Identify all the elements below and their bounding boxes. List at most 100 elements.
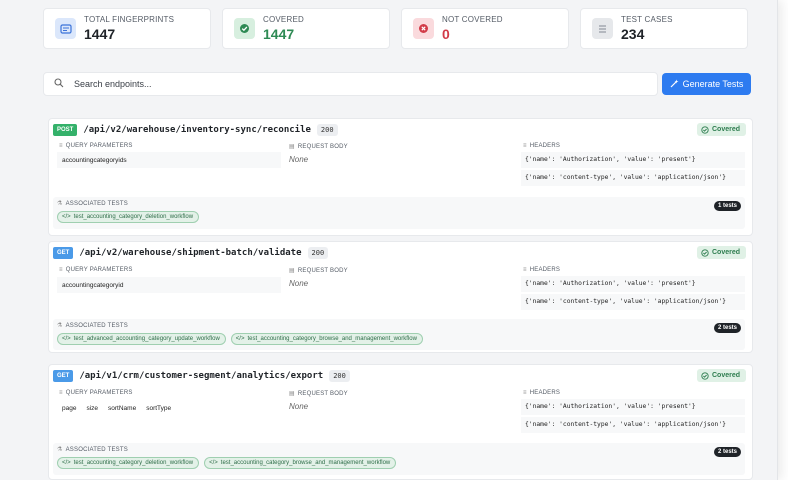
flask-icon: ⚗ — [57, 323, 63, 329]
associated-tests-label: ⚗ ASSOCIATED TESTS — [57, 200, 128, 208]
endpoint-header: POST /api/v2/warehouse/inventory-sync/re… — [53, 122, 746, 138]
method-badge: POST — [53, 124, 78, 136]
tests-count-badge: 2 tests — [713, 447, 741, 457]
test-chips: </> test_advanced_accounting_category_upd… — [57, 333, 423, 345]
search-bar[interactable] — [43, 72, 658, 96]
header-value: {'name': 'content-type', 'value': 'appli… — [525, 174, 726, 181]
associated-tests-section: ⚗ ASSOCIATED TESTS 1 tests </> test_accoun… — [53, 197, 745, 229]
header-value: {'name': 'Authorization', 'value': 'pres… — [525, 403, 696, 410]
request-body-value: None — [289, 155, 309, 164]
param-list: accountingcategoryid — [62, 282, 123, 289]
query-params-label: ≡ QUERY PARAMETERS — [59, 267, 133, 273]
tests-count-badge: 2 tests — [713, 323, 741, 333]
list-icon: ≡ — [59, 143, 63, 149]
covered-label: Covered — [711, 249, 740, 256]
associated-tests-label: ⚗ ASSOCIATED TESTS — [57, 322, 128, 330]
wand-icon — [670, 79, 679, 90]
endpoint-path: /api/v2/warehouse/inventory-sync/reconci… — [83, 125, 311, 135]
stat-label: TOTAL FINGERPRINTS — [84, 15, 175, 24]
x-circle-icon — [413, 18, 434, 39]
associated-tests-label: ⚗ ASSOCIATED TESTS — [57, 446, 128, 454]
test-chip[interactable]: </> test_accounting_category_deletion_wor… — [57, 211, 200, 223]
headers-label: ≡ HEADERS — [523, 143, 561, 149]
associated-tests-section: ⚗ ASSOCIATED TESTS 2 tests </> test_accoun… — [53, 443, 745, 475]
query-params-label: ≡ QUERY PARAMETERS — [59, 143, 133, 149]
method-badge: GET — [53, 370, 74, 382]
tests-count-badge: 1 tests — [713, 201, 741, 211]
param-item: page — [62, 405, 77, 412]
query-params-label: ≡ QUERY PARAMETERS — [59, 390, 133, 396]
endpoint-card[interactable]: GET /api/v2/warehouse/shipment-batch/val… — [48, 241, 753, 353]
covered-badge: Covered — [696, 246, 746, 259]
param-item: size — [86, 405, 99, 412]
check-circle-icon — [701, 125, 709, 134]
stats-row: TOTAL FINGERPRINTS 1447 COVERED 1447 NOT… — [43, 8, 748, 49]
stat-label: TEST CASES — [621, 15, 673, 24]
stat-total-fingerprints: TOTAL FINGERPRINTS 1447 — [43, 8, 211, 49]
search-input[interactable] — [74, 79, 614, 89]
stat-value: 234 — [621, 26, 645, 42]
request-body-value: None — [289, 279, 309, 288]
test-chips: </> test_accounting_category_deletion_wor… — [57, 211, 200, 223]
header-value: {'name': 'content-type', 'value': 'appli… — [525, 298, 726, 305]
generate-tests-label: Generate Tests — [682, 79, 744, 89]
method-badge: GET — [53, 247, 74, 259]
endpoint-card[interactable]: GET /api/v1/crm/customer-segment/analyti… — [48, 364, 753, 480]
code-icon: </> — [62, 460, 71, 466]
test-chip[interactable]: </> test_advanced_accounting_category_upd… — [57, 333, 226, 345]
stat-label: NOT COVERED — [442, 15, 503, 24]
request-body-value: None — [289, 402, 309, 411]
param-list: accountingcategoryids — [62, 157, 127, 164]
code-icon: </> — [209, 460, 218, 466]
fingerprint-icon — [55, 18, 76, 39]
test-chip[interactable]: </> test_accounting_category_browse_and_m… — [204, 457, 397, 469]
status-code-badge: 200 — [329, 370, 350, 382]
status-code-badge: 200 — [307, 247, 329, 259]
associated-tests-section: ⚗ ASSOCIATED TESTS 2 tests </> test_advanc… — [53, 319, 745, 350]
test-chip[interactable]: </> test_accounting_category_browse_and_m… — [230, 333, 423, 345]
document-icon: ▤ — [289, 144, 295, 150]
list-icon: ≡ — [523, 143, 527, 149]
param-item: accountingcategoryids — [62, 157, 127, 164]
stat-value: 1447 — [263, 26, 295, 42]
param-item: sortType — [146, 405, 172, 412]
flask-icon: ⚗ — [57, 447, 63, 453]
param-item: accountingcategoryid — [62, 282, 124, 289]
endpoint-path: /api/v1/crm/customer-segment/analytics/e… — [79, 371, 324, 381]
request-body-label: ▤ REQUEST BODY — [289, 390, 348, 398]
header-value: {'name': 'content-type', 'value': 'appli… — [525, 421, 726, 428]
document-icon: ▤ — [289, 268, 295, 274]
request-body-label: ▤ REQUEST BODY — [289, 267, 348, 275]
search-icon — [54, 75, 64, 93]
stat-value: 1447 — [84, 26, 116, 42]
code-icon: </> — [62, 336, 71, 342]
stat-value: 0 — [442, 26, 450, 42]
test-chips: </> test_accounting_category_deletion_wor… — [57, 457, 397, 469]
stat-covered: COVERED 1447 — [222, 8, 390, 49]
headers-label: ≡ HEADERS — [523, 267, 561, 273]
header-value: {'name': 'Authorization', 'value': 'pres… — [525, 156, 696, 163]
endpoint-header: GET /api/v2/warehouse/shipment-batch/val… — [53, 245, 746, 261]
param-item: sortName — [108, 405, 137, 412]
check-circle-icon — [701, 371, 709, 380]
param-list: page size sortName sortType — [62, 405, 171, 412]
test-chip[interactable]: </> test_accounting_category_deletion_wor… — [57, 457, 200, 469]
code-icon: </> — [235, 336, 245, 342]
headers-label: ≡ HEADERS — [523, 390, 561, 396]
covered-badge: Covered — [696, 123, 746, 136]
list-icon: ≡ — [59, 390, 63, 396]
check-icon — [234, 18, 255, 39]
list-icon — [592, 18, 613, 39]
header-value: {'name': 'Authorization', 'value': 'pres… — [525, 280, 696, 287]
flask-icon: ⚗ — [57, 201, 63, 207]
document-icon: ▤ — [289, 391, 295, 397]
code-icon: </> — [62, 214, 71, 220]
generate-tests-button[interactable]: Generate Tests — [662, 73, 751, 95]
stat-test-cases: TEST CASES 234 — [580, 8, 748, 49]
app-frame: TOTAL FINGERPRINTS 1447 COVERED 1447 NOT… — [0, 0, 778, 480]
list-icon: ≡ — [523, 390, 527, 396]
request-body-label: ▤ REQUEST BODY — [289, 143, 348, 151]
endpoint-card[interactable]: POST /api/v2/warehouse/inventory-sync/re… — [48, 118, 753, 236]
check-circle-icon — [701, 248, 709, 257]
list-icon: ≡ — [523, 267, 527, 273]
